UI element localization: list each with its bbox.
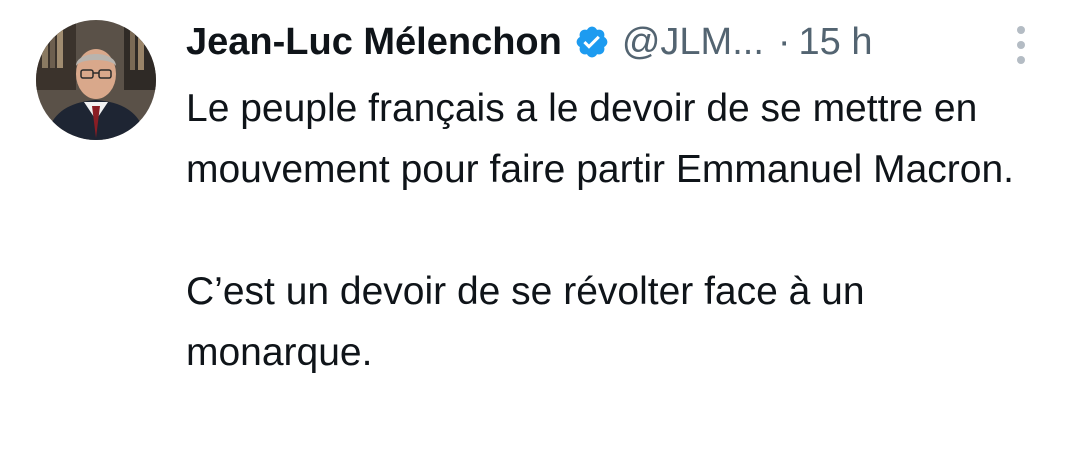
tweet-paragraph-2: C’est un devoir de se révolter face à un… [186, 270, 865, 374]
more-options-button[interactable] [1008, 22, 1034, 68]
vertical-ellipsis-icon [1017, 26, 1025, 64]
tweet-text: Le peuple français a le devoir de se met… [186, 78, 1046, 383]
verified-badge-icon[interactable] [574, 24, 610, 60]
tweet-timestamp[interactable]: 15 h [799, 21, 873, 64]
avatar-photo [36, 20, 156, 140]
tweet-header: Jean-Luc Mélenchon @JLM... · 15 h [186, 14, 873, 70]
separator-dot: · [777, 20, 791, 63]
tweet-paragraph-1: Le peuple français a le devoir de se met… [186, 87, 1015, 191]
author-name[interactable]: Jean-Luc Mélenchon [186, 21, 562, 64]
author-handle[interactable]: @JLM... [622, 21, 764, 64]
avatar[interactable] [36, 20, 156, 140]
